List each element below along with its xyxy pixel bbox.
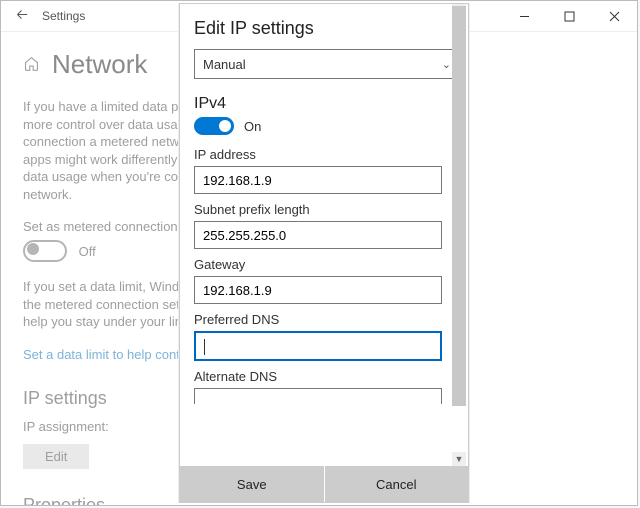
ipv4-toggle[interactable]: [194, 117, 234, 135]
metered-toggle[interactable]: [23, 240, 67, 262]
page-heading: Network: [52, 49, 147, 80]
text-caret: [204, 339, 205, 355]
save-button[interactable]: Save: [180, 466, 325, 502]
ip-mode-value: Manual: [203, 57, 246, 72]
ip-address-input[interactable]: [194, 166, 442, 194]
alternate-dns-input[interactable]: [194, 388, 442, 404]
ip-edit-button[interactable]: Edit: [23, 444, 89, 469]
ipv4-toggle-state: On: [244, 119, 261, 134]
home-icon[interactable]: [23, 55, 40, 75]
preferred-dns-label: Preferred DNS: [194, 312, 452, 327]
subnet-input[interactable]: [194, 221, 442, 249]
ip-mode-select[interactable]: Manual ⌄: [194, 49, 460, 79]
preferred-dns-input[interactable]: [194, 331, 442, 361]
ipv4-heading: IPv4: [194, 95, 452, 113]
close-button[interactable]: [592, 1, 637, 31]
metered-toggle-state: Off: [79, 244, 96, 259]
gateway-label: Gateway: [194, 257, 452, 272]
alternate-dns-label: Alternate DNS: [194, 369, 452, 384]
scrollbar-thumb[interactable]: [452, 6, 466, 406]
window-title: Settings: [42, 9, 85, 23]
edit-ip-dialog: ▲ ▼ Edit IP settings Manual ⌄ IPv4 On IP…: [179, 3, 469, 503]
chevron-down-icon: ⌄: [442, 58, 451, 71]
cancel-button[interactable]: Cancel: [325, 466, 469, 502]
dialog-title: Edit IP settings: [194, 18, 452, 39]
subnet-label: Subnet prefix length: [194, 202, 452, 217]
ip-address-label: IP address: [194, 147, 452, 162]
dialog-scrollbar[interactable]: ▲ ▼: [452, 6, 466, 464]
minimize-button[interactable]: [502, 1, 547, 31]
maximize-button[interactable]: [547, 1, 592, 31]
scroll-down-icon[interactable]: ▼: [452, 452, 466, 466]
back-icon[interactable]: [15, 8, 28, 24]
gateway-input[interactable]: [194, 276, 442, 304]
